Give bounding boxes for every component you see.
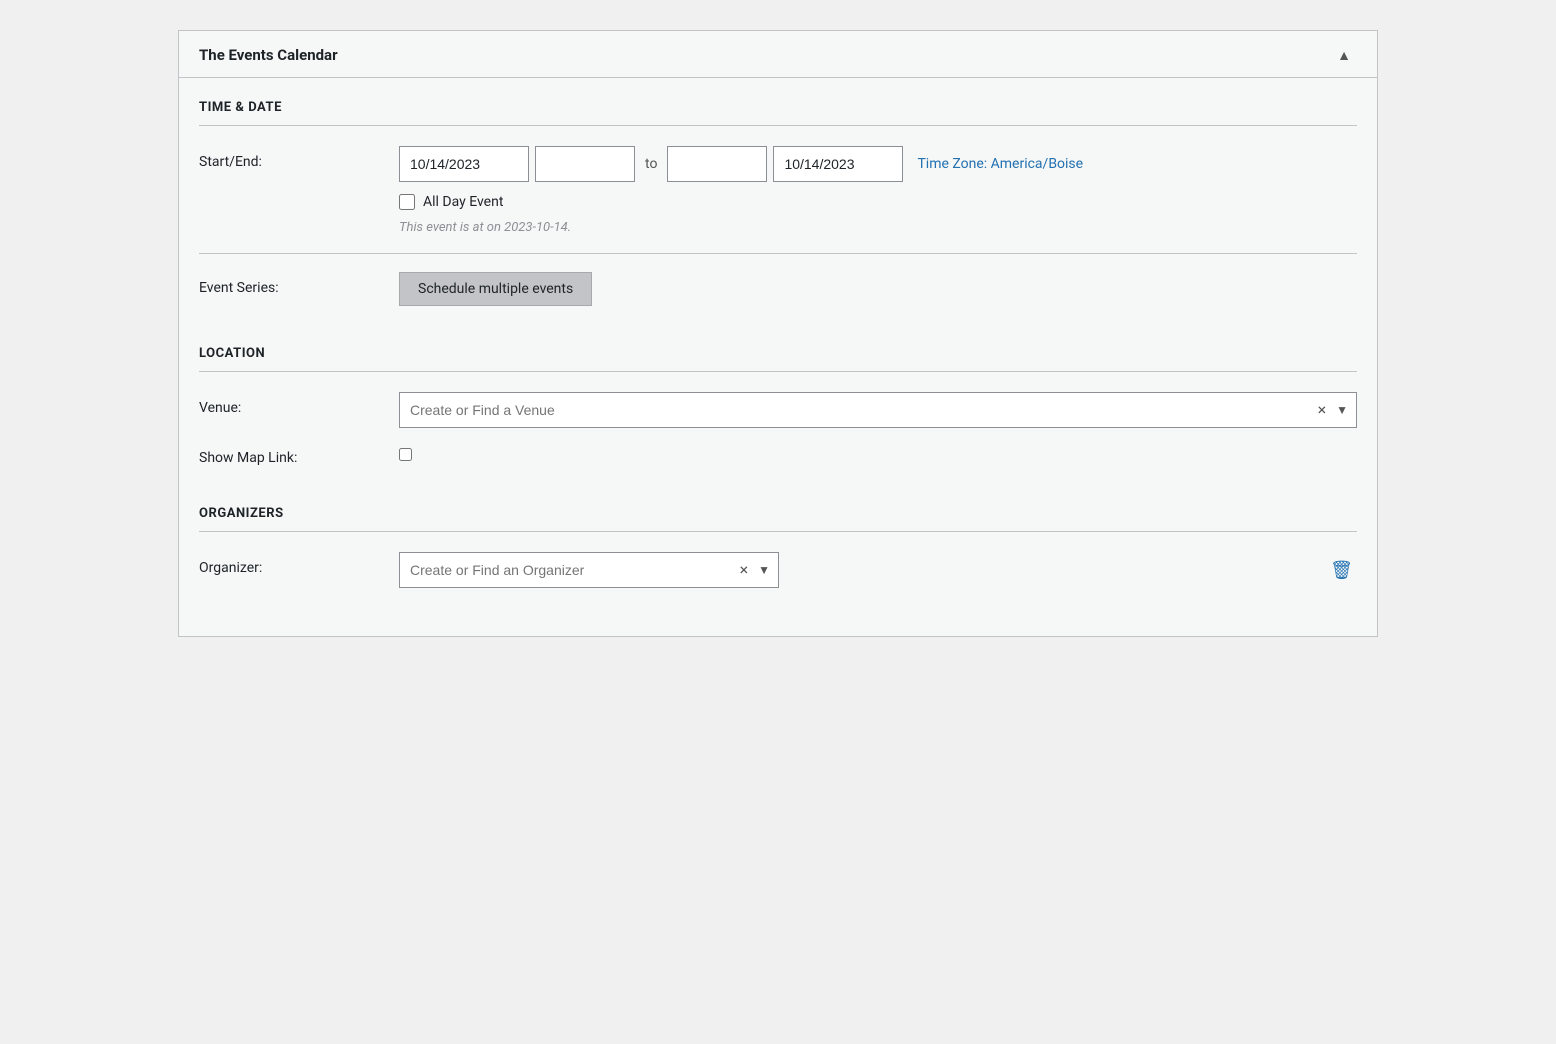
- event-note: This event is at on 2023-10-14.: [399, 220, 1357, 235]
- event-series-row: Event Series: Schedule multiple events: [199, 272, 1357, 306]
- venue-input[interactable]: [400, 398, 1312, 422]
- venue-label: Venue:: [199, 392, 399, 416]
- venue-select-wrap: × ▼: [399, 392, 1357, 428]
- location-heading: LOCATION: [199, 324, 1357, 372]
- show-map-label: Show Map Link:: [199, 446, 399, 466]
- organizer-dropdown-icon[interactable]: ▼: [754, 563, 778, 577]
- event-series-label: Event Series:: [199, 272, 399, 296]
- time-date-heading: TIME & DATE: [199, 78, 1357, 126]
- schedule-multiple-button[interactable]: Schedule multiple events: [399, 272, 592, 306]
- event-series-controls: Schedule multiple events: [399, 272, 1357, 306]
- organizer-clear-icon[interactable]: ×: [734, 562, 755, 578]
- show-map-checkbox[interactable]: [399, 448, 412, 461]
- organizer-row-controls: × ▼ 🗑: [399, 552, 1357, 588]
- show-map-row: Show Map Link:: [199, 446, 1357, 466]
- start-end-label: Start/End:: [199, 146, 399, 170]
- start-time-input[interactable]: [535, 146, 635, 182]
- organizers-heading: ORGANIZERS: [199, 484, 1357, 532]
- organizer-delete-icon[interactable]: 🗑: [1330, 560, 1357, 581]
- venue-row: Venue: × ▼: [199, 392, 1357, 428]
- venue-dropdown-icon[interactable]: ▼: [1332, 403, 1356, 417]
- start-end-controls: to Time Zone: America/Boise All Day Even…: [399, 146, 1357, 235]
- to-label: to: [641, 156, 661, 172]
- show-map-controls: [399, 448, 1357, 465]
- end-date-input[interactable]: [773, 146, 903, 182]
- panel-title: The Events Calendar: [199, 46, 338, 64]
- organizer-controls: × ▼ 🗑: [399, 552, 1357, 588]
- events-calendar-panel: The Events Calendar ▲ TIME & DATE Start/…: [178, 30, 1378, 637]
- end-time-input[interactable]: [667, 146, 767, 182]
- all-day-row: All Day Event: [399, 194, 1357, 210]
- organizer-label: Organizer:: [199, 552, 399, 576]
- panel-toggle-button[interactable]: ▲: [1331, 45, 1357, 65]
- organizer-select-wrap: × ▼: [399, 552, 779, 588]
- start-date-input[interactable]: [399, 146, 529, 182]
- panel-body: TIME & DATE Start/End: to Time Zone: Ame…: [179, 78, 1377, 636]
- all-day-label[interactable]: All Day Event: [423, 194, 503, 210]
- timezone-link[interactable]: Time Zone: America/Boise: [917, 156, 1083, 172]
- organizer-input[interactable]: [400, 558, 734, 582]
- start-end-row: Start/End: to Time Zone: America/Boise A…: [199, 146, 1357, 235]
- panel-header: The Events Calendar ▲: [179, 31, 1377, 78]
- venue-controls: × ▼: [399, 392, 1357, 428]
- venue-clear-icon[interactable]: ×: [1312, 402, 1333, 418]
- divider-1: [199, 253, 1357, 254]
- all-day-checkbox[interactable]: [399, 194, 415, 210]
- date-time-row: to Time Zone: America/Boise: [399, 146, 1357, 182]
- organizer-row: Organizer: × ▼ 🗑: [199, 552, 1357, 588]
